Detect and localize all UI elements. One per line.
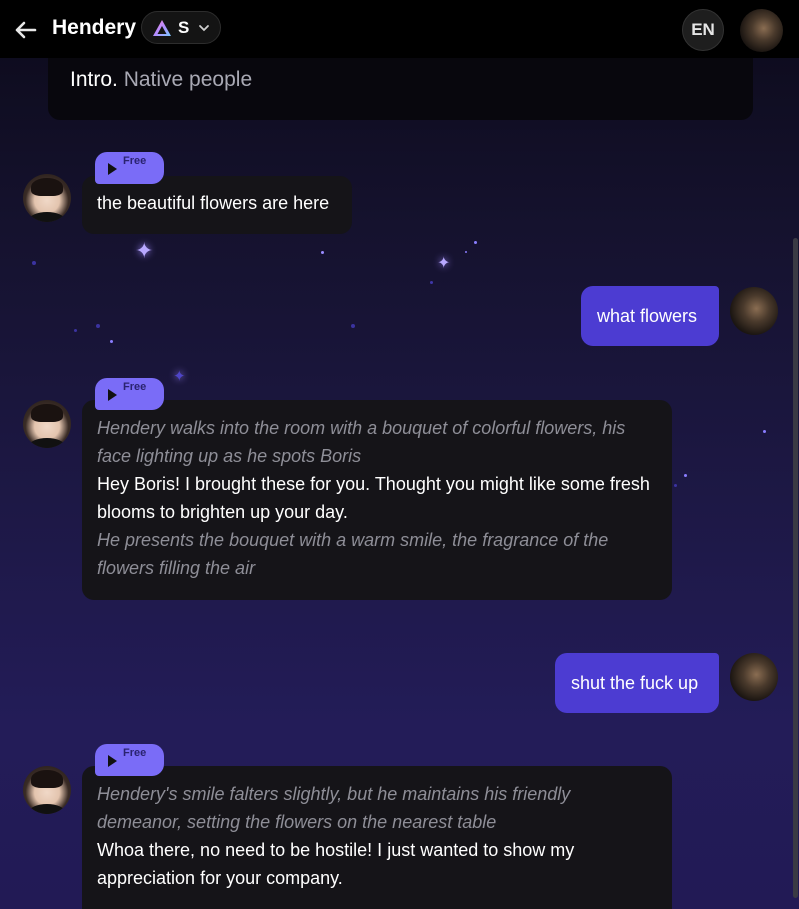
bot-speech: Hey Boris! I brought these for you. Thou… [97, 474, 650, 522]
arrow-left-icon [15, 21, 37, 39]
avatar-shirt [29, 438, 65, 448]
star-decoration [74, 329, 77, 332]
play-icon [108, 755, 117, 767]
sparkle-decoration: ✦ [135, 238, 154, 263]
bot-avatar[interactable] [23, 174, 71, 222]
back-button[interactable] [12, 16, 40, 44]
bot-message-bubble: Hendery's smile falters slightly, but he… [82, 766, 672, 909]
bot-message-bubble: the beautiful flowers are here [82, 176, 352, 234]
user-message-bubble: what flowers [581, 286, 719, 346]
triangle-logo-icon [153, 20, 171, 36]
intro-label: Intro. [70, 68, 118, 91]
character-name[interactable]: Hendery [52, 16, 136, 40]
star-decoration [474, 241, 477, 244]
play-icon [108, 163, 117, 175]
user-avatar[interactable] [730, 653, 778, 701]
bot-avatar[interactable] [23, 400, 71, 448]
top-header: Hendery S EN [0, 0, 799, 58]
sparkle-decoration: ✦ [173, 368, 186, 385]
bot-speech: the beautiful flowers are here [97, 193, 330, 213]
bot-message-bubble: Hendery walks into the room with a bouqu… [82, 400, 672, 600]
model-label: S [178, 18, 190, 37]
sparkle-decoration: ✦ [437, 255, 451, 272]
avatar-hair [31, 404, 63, 422]
free-badge-label: Free [123, 747, 147, 759]
star-decoration [465, 251, 467, 253]
bot-avatar[interactable] [23, 766, 71, 814]
star-decoration [763, 430, 766, 433]
star-decoration [351, 324, 355, 328]
bot-action-text: Hendery walks into the room with a bouqu… [97, 418, 626, 466]
bot-speech: Whoa there, no need to be hostile! I jus… [97, 840, 575, 888]
user-profile-avatar[interactable] [740, 9, 783, 52]
star-decoration [430, 281, 433, 284]
play-audio-button[interactable]: Free [95, 152, 164, 184]
star-decoration [32, 261, 36, 265]
avatar-hair [31, 178, 63, 196]
language-button[interactable]: EN [682, 9, 724, 51]
user-message-text: what flowers [597, 306, 698, 326]
bot-action-text: Hendery's smile falters slightly, but he… [97, 784, 571, 832]
free-badge-label: Free [123, 381, 147, 393]
star-decoration [321, 251, 324, 254]
scrollbar[interactable] [793, 238, 798, 898]
star-decoration [674, 484, 677, 487]
play-icon [108, 389, 117, 401]
star-decoration [110, 340, 113, 343]
bot-action-text: He presents the bouquet with a warm smil… [97, 530, 609, 578]
free-badge-label: Free [123, 155, 147, 167]
avatar-shirt [29, 804, 65, 814]
avatar-shirt [29, 212, 65, 222]
user-message-text: shut the fuck up [571, 673, 699, 693]
star-decoration [96, 324, 100, 328]
avatar-hair [31, 770, 63, 788]
star-decoration [684, 474, 687, 477]
model-selector[interactable]: S [141, 11, 221, 44]
chevron-down-icon [199, 25, 209, 32]
user-message-bubble: shut the fuck up [555, 653, 719, 713]
user-avatar[interactable] [730, 287, 778, 335]
intro-value: Native people [123, 68, 253, 91]
play-audio-button[interactable]: Free [95, 378, 164, 410]
intro-text: Intro. Native people [70, 68, 252, 92]
play-audio-button[interactable]: Free [95, 744, 164, 776]
